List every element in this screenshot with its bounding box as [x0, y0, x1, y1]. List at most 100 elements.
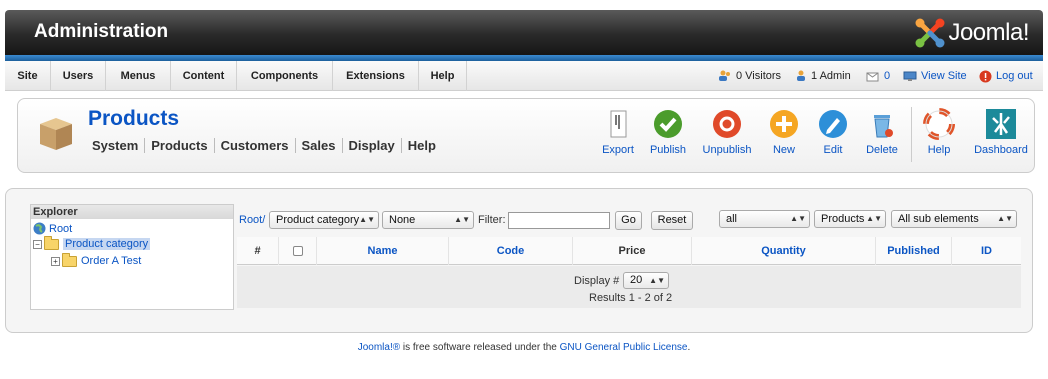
all-select[interactable]: all ▲▼: [719, 210, 810, 228]
help-button[interactable]: Help: [910, 108, 968, 156]
menu-users[interactable]: Users: [51, 61, 106, 91]
tree-child-label[interactable]: Order A Test: [81, 255, 141, 267]
logout-label[interactable]: Log out: [996, 61, 1033, 91]
select-arrow-icon: ▲▼: [790, 214, 806, 223]
col-number: #: [237, 237, 279, 265]
filter-input[interactable]: [508, 212, 610, 229]
col-id[interactable]: ID: [952, 237, 1021, 265]
users-icon: [719, 70, 730, 81]
gpl-license-link[interactable]: GNU General Public License: [560, 342, 688, 353]
delete-button[interactable]: Delete: [853, 108, 911, 156]
sub-elements-select-value: All sub elements: [898, 213, 979, 225]
submenu-customers[interactable]: Customers: [215, 138, 296, 153]
display-count-value: 20: [630, 274, 643, 286]
dashboard-label: Dashboard: [974, 144, 1028, 156]
publish-button[interactable]: Publish: [639, 108, 697, 156]
admin-title: Administration: [34, 21, 169, 42]
products-select-value: Products: [821, 213, 865, 225]
folder-open-icon: [44, 235, 59, 250]
category-select-value: Product category: [276, 214, 360, 226]
admin-header: Administration Joomla!: [5, 10, 1043, 55]
menu-menus[interactable]: Menus: [106, 61, 171, 91]
add-icon: [770, 110, 798, 138]
admins-count: 1 Admin: [811, 70, 851, 82]
delete-label: Delete: [866, 144, 898, 156]
lifebuoy-icon: [923, 108, 955, 140]
go-button[interactable]: Go: [615, 211, 642, 230]
logout-link[interactable]: Log out: [979, 61, 1033, 91]
main-content: Explorer Root − Product category + Order…: [5, 188, 1033, 333]
menu-help[interactable]: Help: [419, 61, 467, 91]
col-code[interactable]: Code: [449, 237, 573, 265]
products-select[interactable]: Products ▲▼: [814, 210, 886, 228]
messages-icon: [866, 72, 879, 82]
all-select-value: all: [726, 213, 738, 225]
col-published[interactable]: Published: [876, 237, 952, 265]
help-label: Help: [927, 144, 951, 156]
joomla-logo-text: Joomla!: [948, 19, 1029, 46]
tree-root[interactable]: Root: [33, 222, 72, 235]
collapse-icon[interactable]: −: [33, 239, 42, 249]
visitors-status: 0 Visitors: [718, 61, 781, 91]
select-all-checkbox[interactable]: [292, 246, 303, 257]
monitor-icon: [903, 71, 917, 81]
tree-category-label[interactable]: Product category: [63, 238, 151, 250]
expand-icon[interactable]: +: [51, 256, 60, 266]
breadcrumb-root[interactable]: Root/: [239, 214, 265, 226]
publish-icon: [654, 110, 682, 138]
unpublish-label: Unpublish: [702, 144, 752, 156]
col-name[interactable]: Name: [317, 237, 449, 265]
menu-components[interactable]: Components: [237, 61, 333, 91]
none-select[interactable]: None ▲▼: [382, 211, 474, 229]
menu-content[interactable]: Content: [171, 61, 237, 91]
pagination-footer: Display # 20 ▲▼ Results 1 - 2 of 2: [237, 266, 1021, 308]
footer-text: is free software released under the: [400, 342, 560, 353]
export-icon: [610, 110, 627, 138]
dashboard-icon: [986, 109, 1016, 139]
col-select-all: [279, 237, 317, 265]
explorer-panel: Explorer Root − Product category + Order…: [30, 204, 234, 310]
footer-period: .: [687, 342, 691, 353]
joomla-link[interactable]: Joomla!®: [358, 342, 400, 353]
display-label: Display #: [574, 275, 620, 287]
edit-icon: [819, 110, 847, 138]
submenu-help[interactable]: Help: [402, 138, 442, 153]
results-count: Results 1 - 2 of 2: [589, 292, 673, 304]
submenu-display[interactable]: Display: [343, 138, 402, 153]
none-select-value: None: [389, 214, 416, 226]
page-footer: Joomla!® is free software released under…: [0, 342, 1048, 353]
sub-elements-select[interactable]: All sub elements ▲▼: [891, 210, 1017, 228]
unpublish-button[interactable]: Unpublish: [698, 108, 756, 156]
reset-button[interactable]: Reset: [651, 211, 693, 230]
category-select[interactable]: Product category ▲▼: [269, 211, 379, 229]
tree-root-label[interactable]: Root: [49, 223, 72, 235]
joomla-logo[interactable]: Joomla!: [914, 17, 1029, 49]
messages-count[interactable]: 0: [884, 61, 890, 91]
admins-status: 1 Admin: [795, 61, 851, 91]
submenu-system[interactable]: System: [92, 138, 146, 153]
filter-label: Filter:: [478, 214, 506, 226]
main-menu-bar: Site Users Menus Content Components Exte…: [5, 61, 1043, 91]
view-site-link[interactable]: View Site: [903, 61, 967, 91]
dashboard-button[interactable]: Dashboard: [969, 108, 1033, 156]
visitors-count: 0 Visitors: [736, 70, 782, 82]
products-table-header: # Name Code Price Quantity Published ID: [237, 237, 1021, 265]
submenu-products[interactable]: Products: [145, 138, 215, 153]
explorer-title: Explorer: [31, 205, 233, 219]
tree-child[interactable]: + Order A Test: [51, 252, 141, 267]
unpublish-icon: [713, 110, 741, 138]
submenu-sales[interactable]: Sales: [296, 138, 343, 153]
folder-icon: [62, 252, 77, 267]
tree-category[interactable]: − Product category: [33, 235, 151, 250]
select-arrow-icon: ▲▼: [454, 215, 470, 224]
menu-site[interactable]: Site: [5, 61, 51, 91]
display-count-select[interactable]: 20 ▲▼: [623, 272, 669, 289]
submenu: System Products Customers Sales Display …: [92, 138, 442, 153]
messages-status[interactable]: 0: [866, 61, 890, 91]
select-arrow-icon: ▲▼: [649, 276, 665, 285]
view-site-label[interactable]: View Site: [921, 61, 967, 91]
col-quantity[interactable]: Quantity: [692, 237, 876, 265]
select-arrow-icon: ▲▼: [359, 215, 375, 224]
menu-extensions[interactable]: Extensions: [333, 61, 419, 91]
toolbar-box: Products System Products Customers Sales…: [17, 98, 1035, 173]
